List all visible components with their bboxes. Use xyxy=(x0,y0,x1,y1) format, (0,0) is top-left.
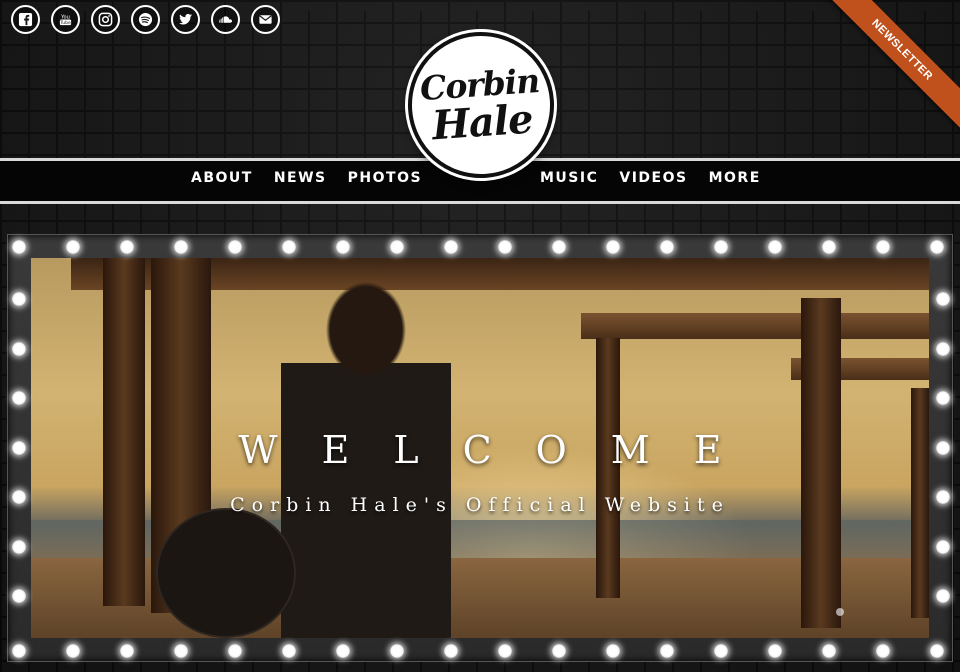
nav-left-group: ABOUT NEWS PHOTOS xyxy=(191,170,422,186)
svg-text:Tube: Tube xyxy=(59,20,71,26)
marquee-bulb xyxy=(444,240,458,254)
logo-last-name: Hale xyxy=(430,95,534,149)
marquee-bulb xyxy=(768,240,782,254)
nav-link-videos[interactable]: VIDEOS xyxy=(619,170,687,186)
marquee-bulb xyxy=(822,644,836,658)
marquee-bulb xyxy=(12,589,26,603)
marquee-bulb xyxy=(822,240,836,254)
soundcloud-icon xyxy=(219,16,233,23)
marquee-bulb xyxy=(336,240,350,254)
marquee-bulb xyxy=(936,292,950,306)
marquee-bulb xyxy=(768,644,782,658)
nav-right-group: MUSIC VIDEOS MORE xyxy=(540,170,761,186)
marquee-bulb xyxy=(714,644,728,658)
nav-link-photos[interactable]: PHOTOS xyxy=(348,170,422,186)
youtube-link[interactable]: You Tube xyxy=(51,5,80,34)
hero-image: WELCOME Corbin Hale's Official Website xyxy=(31,258,929,638)
social-links: You Tube xyxy=(11,5,280,34)
marquee-bulb xyxy=(606,644,620,658)
email-link[interactable] xyxy=(251,5,280,34)
nav-link-about[interactable]: ABOUT xyxy=(191,170,253,186)
marquee-bulb xyxy=(876,240,890,254)
marquee-bulb xyxy=(12,240,26,254)
marquee-bulb xyxy=(282,240,296,254)
marquee-bulb xyxy=(606,240,620,254)
marquee-bulb xyxy=(120,644,134,658)
carousel-dot[interactable] xyxy=(836,608,844,616)
marquee-bulb xyxy=(12,539,26,554)
marquee-bulb xyxy=(936,341,950,356)
newsletter-ribbon[interactable]: NEWSLETTER xyxy=(807,0,960,145)
marquee-bulb xyxy=(660,644,674,658)
facebook-link[interactable] xyxy=(11,5,40,34)
marquee-frame: WELCOME Corbin Hale's Official Website xyxy=(7,234,953,662)
marquee-bulb xyxy=(336,644,350,658)
instagram-icon xyxy=(98,12,113,27)
instagram-link[interactable] xyxy=(91,5,120,34)
newsletter-ribbon-wrap: NEWSLETTER xyxy=(800,0,960,160)
pier-crossbeam xyxy=(581,313,929,339)
marquee-bulb xyxy=(282,644,296,658)
marquee-bulb xyxy=(936,490,950,504)
twitter-link[interactable] xyxy=(171,5,200,34)
marquee-bulb xyxy=(444,644,458,658)
pier-post xyxy=(801,298,841,628)
marquee-bulb xyxy=(12,490,26,504)
marquee-bulb xyxy=(936,391,950,405)
marquee-bulb xyxy=(552,240,566,254)
marquee-bulb xyxy=(936,440,950,455)
email-icon xyxy=(259,15,272,24)
pier-post xyxy=(911,388,929,618)
soundcloud-link[interactable] xyxy=(211,5,240,34)
marquee-bulb xyxy=(936,589,950,603)
youtube-icon: YouTube xyxy=(59,15,72,26)
nav-link-music[interactable]: MUSIC xyxy=(540,170,598,186)
marquee-bulb xyxy=(12,440,26,455)
hero-guitar xyxy=(156,508,296,638)
spotify-icon xyxy=(138,12,153,27)
marquee-bulb xyxy=(714,240,728,254)
marquee-bulb xyxy=(390,644,404,658)
marquee-bulb xyxy=(498,644,512,658)
marquee-bulb xyxy=(930,644,944,658)
pier-post xyxy=(596,338,620,598)
marquee-bulb xyxy=(876,644,890,658)
marquee-bulb xyxy=(174,240,188,254)
marquee-bulb xyxy=(12,644,26,658)
marquee-bulb xyxy=(498,240,512,254)
marquee-bulb xyxy=(66,240,80,254)
marquee-bulb xyxy=(552,644,566,658)
marquee-bulb xyxy=(660,240,674,254)
marquee-bulb xyxy=(12,341,26,356)
spotify-link[interactable] xyxy=(131,5,160,34)
marquee-bulb xyxy=(120,240,134,254)
nav-link-news[interactable]: NEWS xyxy=(274,170,327,186)
facebook-icon xyxy=(18,12,33,27)
twitter-icon xyxy=(178,13,193,25)
marquee-bulb xyxy=(12,391,26,405)
hero-person xyxy=(281,268,451,638)
marquee-bulb xyxy=(930,240,944,254)
marquee-bulb xyxy=(390,240,404,254)
marquee-bulb xyxy=(936,539,950,554)
marquee-bulb xyxy=(228,644,242,658)
pier-post xyxy=(103,258,145,606)
marquee-bulb xyxy=(228,240,242,254)
marquee-bulb xyxy=(12,292,26,306)
nav-link-more[interactable]: MORE xyxy=(709,170,761,186)
marquee-bulb xyxy=(174,644,188,658)
marquee-bulb xyxy=(66,644,80,658)
